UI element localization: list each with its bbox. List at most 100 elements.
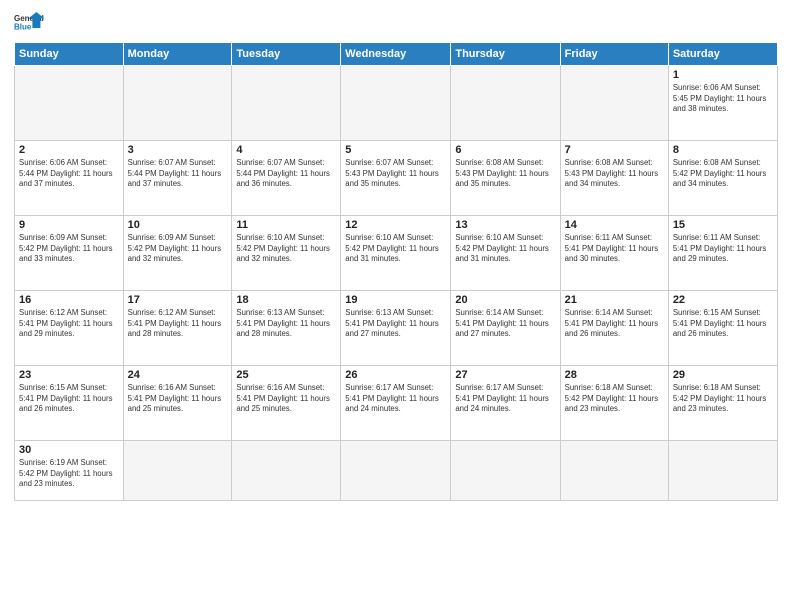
day-number: 8: [673, 144, 773, 156]
day-number: 20: [455, 294, 555, 306]
day-info: Sunrise: 6:16 AM Sunset: 5:41 PM Dayligh…: [236, 383, 336, 415]
calendar-cell: 2 Sunrise: 6:06 AM Sunset: 5:44 PM Daylig…: [15, 141, 124, 216]
calendar-week-row: 30 Sunrise: 6:19 AM Sunset: 5:42 PM Dayli…: [15, 441, 778, 501]
day-info: Sunrise: 6:19 AM Sunset: 5:42 PM Dayligh…: [19, 458, 119, 490]
calendar-cell: [123, 66, 232, 141]
day-header-sunday: Sunday: [15, 43, 124, 66]
calendar-cell: [451, 66, 560, 141]
day-info: Sunrise: 6:17 AM Sunset: 5:41 PM Dayligh…: [455, 383, 555, 415]
day-number: 18: [236, 294, 336, 306]
calendar-cell: 12 Sunrise: 6:10 AM Sunset: 5:42 PM Dayli…: [341, 216, 451, 291]
day-number: 14: [565, 219, 664, 231]
day-info: Sunrise: 6:06 AM Sunset: 5:45 PM Dayligh…: [673, 83, 773, 115]
day-number: 25: [236, 369, 336, 381]
calendar-cell: 24Sunrise: 6:16 AM Sunset: 5:41 PM Dayli…: [123, 366, 232, 441]
day-header-thursday: Thursday: [451, 43, 560, 66]
calendar-cell: 16Sunrise: 6:12 AM Sunset: 5:41 PM Dayli…: [15, 291, 124, 366]
day-info: Sunrise: 6:14 AM Sunset: 5:41 PM Dayligh…: [455, 308, 555, 340]
day-info: Sunrise: 6:12 AM Sunset: 5:41 PM Dayligh…: [128, 308, 228, 340]
calendar-table: SundayMondayTuesdayWednesdayThursdayFrid…: [14, 42, 778, 501]
day-info: Sunrise: 6:08 AM Sunset: 5:42 PM Dayligh…: [673, 158, 773, 190]
day-info: Sunrise: 6:10 AM Sunset: 5:42 PM Dayligh…: [455, 233, 555, 265]
day-number: 21: [565, 294, 664, 306]
calendar-cell: 14 Sunrise: 6:11 AM Sunset: 5:41 PM Dayli…: [560, 216, 668, 291]
calendar-cell: 28 Sunrise: 6:18 AM Sunset: 5:42 PM Dayli…: [560, 366, 668, 441]
day-number: 17: [128, 294, 228, 306]
svg-text:Blue: Blue: [14, 23, 32, 32]
day-info: Sunrise: 6:18 AM Sunset: 5:42 PM Dayligh…: [673, 383, 773, 415]
day-header-monday: Monday: [123, 43, 232, 66]
day-number: 11: [236, 219, 336, 231]
calendar-week-row: 2 Sunrise: 6:06 AM Sunset: 5:44 PM Daylig…: [15, 141, 778, 216]
header: General Blue: [14, 10, 778, 38]
day-info: Sunrise: 6:15 AM Sunset: 5:41 PM Dayligh…: [19, 383, 119, 415]
day-number: 3: [128, 144, 228, 156]
day-info: Sunrise: 6:07 AM Sunset: 5:43 PM Dayligh…: [345, 158, 446, 190]
calendar-cell: [560, 441, 668, 501]
calendar-cell: 25 Sunrise: 6:16 AM Sunset: 5:41 PM Dayli…: [232, 366, 341, 441]
day-header-friday: Friday: [560, 43, 668, 66]
day-info: Sunrise: 6:15 AM Sunset: 5:41 PM Dayligh…: [673, 308, 773, 340]
day-number: 29: [673, 369, 773, 381]
calendar-cell: 15Sunrise: 6:11 AM Sunset: 5:41 PM Dayli…: [668, 216, 777, 291]
day-info: Sunrise: 6:13 AM Sunset: 5:41 PM Dayligh…: [236, 308, 336, 340]
calendar-cell: [15, 66, 124, 141]
calendar-body: 1 Sunrise: 6:06 AM Sunset: 5:45 PM Daylig…: [15, 66, 778, 501]
day-number: 22: [673, 294, 773, 306]
day-info: Sunrise: 6:18 AM Sunset: 5:42 PM Dayligh…: [565, 383, 664, 415]
day-header-saturday: Saturday: [668, 43, 777, 66]
day-number: 27: [455, 369, 555, 381]
day-number: 16: [19, 294, 119, 306]
calendar-cell: 20 Sunrise: 6:14 AM Sunset: 5:41 PM Dayli…: [451, 291, 560, 366]
calendar-cell: 1 Sunrise: 6:06 AM Sunset: 5:45 PM Daylig…: [668, 66, 777, 141]
calendar-cell: 7 Sunrise: 6:08 AM Sunset: 5:43 PM Daylig…: [560, 141, 668, 216]
calendar-cell: 9 Sunrise: 6:09 AM Sunset: 5:42 PM Daylig…: [15, 216, 124, 291]
calendar-cell: 3Sunrise: 6:07 AM Sunset: 5:44 PM Daylig…: [123, 141, 232, 216]
day-number: 6: [455, 144, 555, 156]
calendar-cell: 21 Sunrise: 6:14 AM Sunset: 5:41 PM Dayli…: [560, 291, 668, 366]
day-info: Sunrise: 6:10 AM Sunset: 5:42 PM Dayligh…: [345, 233, 446, 265]
day-number: 26: [345, 369, 446, 381]
day-number: 5: [345, 144, 446, 156]
calendar-cell: 27 Sunrise: 6:17 AM Sunset: 5:41 PM Dayli…: [451, 366, 560, 441]
calendar-cell: 30 Sunrise: 6:19 AM Sunset: 5:42 PM Dayli…: [15, 441, 124, 501]
calendar-week-row: 9 Sunrise: 6:09 AM Sunset: 5:42 PM Daylig…: [15, 216, 778, 291]
calendar-cell: [341, 66, 451, 141]
calendar-cell: 13 Sunrise: 6:10 AM Sunset: 5:42 PM Dayli…: [451, 216, 560, 291]
calendar-cell: [668, 441, 777, 501]
day-info: Sunrise: 6:09 AM Sunset: 5:42 PM Dayligh…: [19, 233, 119, 265]
day-number: 12: [345, 219, 446, 231]
day-number: 24: [128, 369, 228, 381]
day-info: Sunrise: 6:07 AM Sunset: 5:44 PM Dayligh…: [236, 158, 336, 190]
day-info: Sunrise: 6:11 AM Sunset: 5:41 PM Dayligh…: [565, 233, 664, 265]
day-number: 7: [565, 144, 664, 156]
calendar-cell: 29 Sunrise: 6:18 AM Sunset: 5:42 PM Dayli…: [668, 366, 777, 441]
calendar-cell: [560, 66, 668, 141]
day-number: 2: [19, 144, 119, 156]
calendar-week-row: 16 Sunrise: 6:12 AM Sunset: 5:41 PM Dayli…: [15, 291, 778, 366]
day-info: Sunrise: 6:06 AM Sunset: 5:44 PM Dayligh…: [19, 158, 119, 190]
calendar-cell: 10Sunrise: 6:09 AM Sunset: 5:42 PM Dayli…: [123, 216, 232, 291]
day-header-tuesday: Tuesday: [232, 43, 341, 66]
logo: General Blue: [14, 10, 46, 38]
day-number: 19: [345, 294, 446, 306]
calendar-week-row: 1 Sunrise: 6:06 AM Sunset: 5:45 PM Daylig…: [15, 66, 778, 141]
calendar-cell: 19Sunrise: 6:13 AM Sunset: 5:41 PM Dayli…: [341, 291, 451, 366]
calendar-cell: 18 Sunrise: 6:13 AM Sunset: 5:41 PM Dayli…: [232, 291, 341, 366]
day-number: 13: [455, 219, 555, 231]
day-number: 28: [565, 369, 664, 381]
day-info: Sunrise: 6:08 AM Sunset: 5:43 PM Dayligh…: [565, 158, 664, 190]
calendar-cell: 17 Sunrise: 6:12 AM Sunset: 5:41 PM Dayli…: [123, 291, 232, 366]
day-number: 23: [19, 369, 119, 381]
day-info: Sunrise: 6:14 AM Sunset: 5:41 PM Dayligh…: [565, 308, 664, 340]
day-number: 30: [19, 444, 119, 456]
calendar-cell: 8 Sunrise: 6:08 AM Sunset: 5:42 PM Daylig…: [668, 141, 777, 216]
day-number: 15: [673, 219, 773, 231]
calendar-cell: [451, 441, 560, 501]
calendar-cell: 6Sunrise: 6:08 AM Sunset: 5:43 PM Daylig…: [451, 141, 560, 216]
calendar-cell: 4Sunrise: 6:07 AM Sunset: 5:44 PM Daylig…: [232, 141, 341, 216]
day-number: 9: [19, 219, 119, 231]
calendar-cell: 5 Sunrise: 6:07 AM Sunset: 5:43 PM Daylig…: [341, 141, 451, 216]
day-number: 1: [673, 69, 773, 81]
calendar-cell: 26Sunrise: 6:17 AM Sunset: 5:41 PM Dayli…: [341, 366, 451, 441]
